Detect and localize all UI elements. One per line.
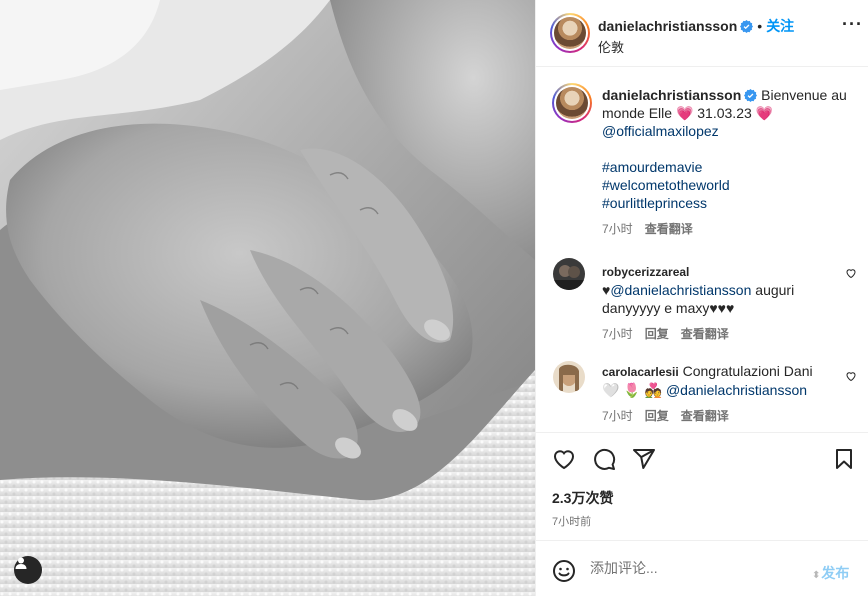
translate-link[interactable]: 查看翻译 [681,327,729,341]
bookmark-icon[interactable] [832,447,856,471]
caption-body: danielachristiansson Bienvenue au monde … [602,86,858,238]
caption-time: 7小时 [602,222,633,236]
add-comment-bar: ⬍发布 [536,540,868,596]
comment-icon[interactable] [592,447,616,471]
post-time: 7小时前 [552,516,592,528]
post-photo[interactable] [0,0,535,596]
user-tag-button[interactable] [14,556,42,584]
location-link[interactable]: 伦敦 [598,37,624,56]
caption-username[interactable]: danielachristiansson [602,87,741,103]
heart-icon[interactable] [552,447,576,471]
comment-like-icon[interactable] [845,370,857,382]
reply-button[interactable]: 回复 [645,409,669,423]
emoji-icon[interactable] [552,559,576,583]
commenter-avatar[interactable] [553,361,585,393]
comment-mention[interactable]: @danielachristiansson [666,382,807,398]
translate-link[interactable]: 查看翻译 [645,222,693,236]
separator-dot: • [757,18,763,34]
commenter-avatar[interactable] [553,258,585,290]
share-icon[interactable] [632,447,656,471]
more-icon[interactable]: ··· [842,14,863,35]
header-user-line: danielachristiansson • 关注 [598,16,794,36]
translate-link[interactable]: 查看翻译 [681,409,729,423]
reply-button[interactable]: 回复 [645,327,669,341]
post-comment-label: 发布 [821,565,850,581]
sort-arrows-icon: ⬍ [812,570,821,581]
hashtag-link[interactable]: #ourlittleprincess [602,195,707,211]
hashtag-link[interactable]: #welcometotheworld [602,177,730,193]
verified-badge-icon [740,20,754,33]
heart-emoji: 💗 [675,105,694,121]
post-sidebar: danielachristiansson • 关注 伦敦 ··· danielach… [535,0,868,596]
verified-badge-icon [744,89,758,102]
author-username[interactable]: danielachristiansson [598,18,737,34]
heart-emoji: 💗 [755,105,774,121]
instagram-post: danielachristiansson • 关注 伦敦 ··· danielach… [0,0,868,596]
comment-mention[interactable]: @danielachristiansson [610,282,751,298]
caption-author-avatar[interactable] [552,83,592,123]
comment-body: carolacarlesii Congratulazioni Dani 🤍 🌷 … [602,362,842,425]
comments-section: danielachristiansson Bienvenue au monde … [536,67,868,432]
user-tag-icon [15,557,27,569]
baby-hand-photo [0,0,535,596]
post-actions: 2.3万次赞 7小时前 [536,432,868,539]
comment-meta: 7小时 回复 查看翻译 [602,407,842,425]
caption-date: 31.03.23 [697,105,752,121]
comment-body: robycerizzareal ♥@danielachristiansson a… [602,262,842,343]
comment-username[interactable]: robycerizzareal [602,265,689,279]
author-avatar[interactable] [550,13,590,53]
caption-meta: 7小时 查看翻译 [602,220,858,238]
comment-time: 7小时 [602,327,633,341]
post-comment-button[interactable]: ⬍发布 [812,563,849,583]
follow-button[interactable]: 关注 [766,18,794,34]
comment-username[interactable]: carolacarlesii [602,365,679,379]
caption-mention[interactable]: @officialmaxilopez [602,123,719,139]
comment-time: 7小时 [602,409,633,423]
comment-text: Congratulazioni Dani [678,363,813,379]
comment-like-icon[interactable] [845,267,857,279]
comment-input[interactable] [590,560,790,576]
hashtag-link[interactable]: #amourdemavie [602,159,702,175]
like-count[interactable]: 2.3万次赞 [552,488,613,508]
comment-meta: 7小时 回复 查看翻译 [602,325,842,343]
post-header: danielachristiansson • 关注 伦敦 ··· [536,0,868,67]
comment-emojis: 🤍 🌷 💑 [602,382,663,398]
